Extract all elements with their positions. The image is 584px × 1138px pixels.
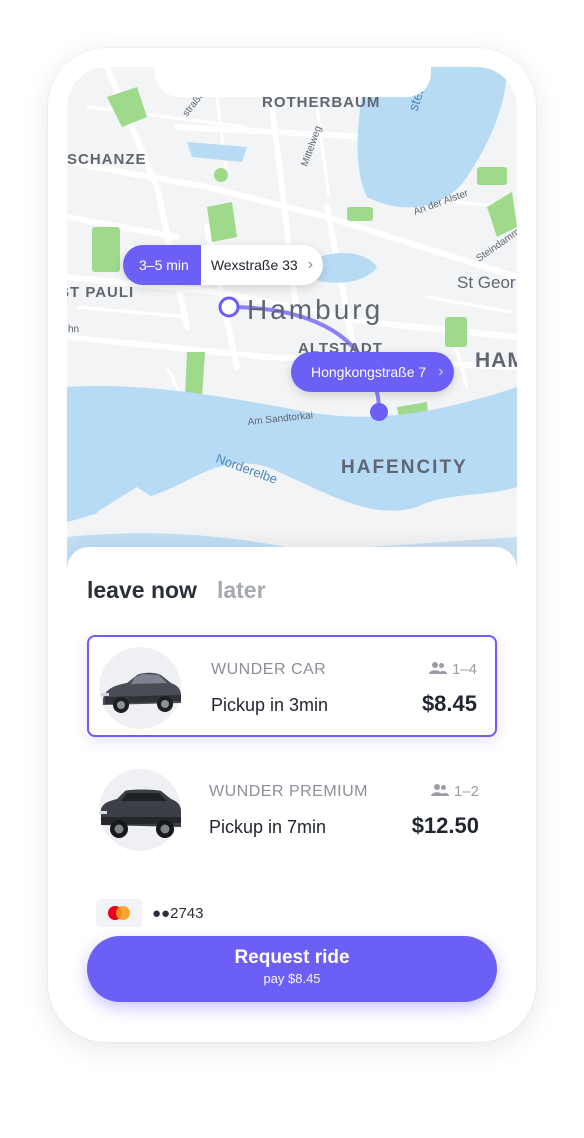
chevron-right-icon: ›	[438, 363, 444, 380]
ride-name: WUNDER CAR	[211, 661, 327, 678]
origin-eta: 3–5 min	[123, 245, 201, 285]
map-label-st-pauli: ST PAULI	[67, 284, 134, 301]
request-ride-price: pay $8.45	[263, 971, 321, 986]
request-ride-label: Request ride	[234, 947, 350, 968]
mastercard-icon	[96, 899, 142, 927]
map-label-st-georg: St Geor	[457, 273, 516, 292]
ride-option-wunder-car[interactable]: WUNDER CAR 1–4 Pickup in 3min $8.45	[87, 635, 497, 737]
car-suv-icon	[99, 769, 181, 851]
tab-later[interactable]: later	[217, 577, 266, 604]
map-label-city: Hamburg	[247, 294, 383, 325]
ride-option-wunder-premium[interactable]: WUNDER PREMIUM 1–2 Pickup in 7min $12.50	[87, 759, 497, 861]
people-icon	[428, 661, 447, 678]
destination-address: Hongkongstraße 7	[311, 364, 427, 380]
map-label-schanze: SCHANZE	[67, 151, 147, 168]
phone-notch	[155, 67, 431, 97]
app-screen: ROTHERBAUM SCHANZE ST PAULI ALTSTADT HAF…	[67, 67, 517, 1022]
time-tabs: leave now later	[87, 577, 266, 604]
ride-price: $12.50	[411, 813, 479, 838]
map-label-hafencity: HAFENCITY	[341, 457, 468, 478]
ride-sheet: leave now later WUNDER CAR 1–4 Pickup in…	[67, 547, 517, 1022]
chevron-right-icon: ›	[307, 256, 314, 273]
people-icon	[430, 783, 449, 800]
origin-pill[interactable]: 3–5 min Wexstraße 33 ›	[123, 245, 324, 285]
destination-marker	[370, 403, 388, 421]
map-view[interactable]: ROTHERBAUM SCHANZE ST PAULI ALTSTADT HAF…	[67, 67, 517, 587]
map-label-ham: HAM	[475, 349, 517, 372]
ride-price: $8.45	[421, 691, 477, 716]
origin-address: Wexstraße 33	[210, 257, 298, 273]
ride-pickup-time: Pickup in 7min	[209, 817, 327, 837]
ride-pickup-time: Pickup in 3min	[211, 695, 329, 715]
tab-leave-now[interactable]: leave now	[87, 577, 197, 604]
map-label-hn: hn	[68, 324, 79, 335]
car-sedan-icon	[99, 647, 181, 729]
map-canvas[interactable]: ROTHERBAUM SCHANZE ST PAULI ALTSTADT HAF…	[67, 67, 517, 587]
payment-method[interactable]: ●●2743	[96, 899, 204, 927]
request-ride-button[interactable]: Request ride pay $8.45	[87, 936, 497, 1002]
destination-pill[interactable]: Hongkongstraße 7 ›	[291, 352, 454, 392]
ride-name: WUNDER PREMIUM	[209, 783, 368, 800]
ride-capacity: 1–4	[451, 661, 477, 678]
origin-marker	[218, 296, 240, 318]
ride-capacity: 1–2	[453, 783, 479, 800]
card-number: ●●2743	[152, 904, 204, 922]
